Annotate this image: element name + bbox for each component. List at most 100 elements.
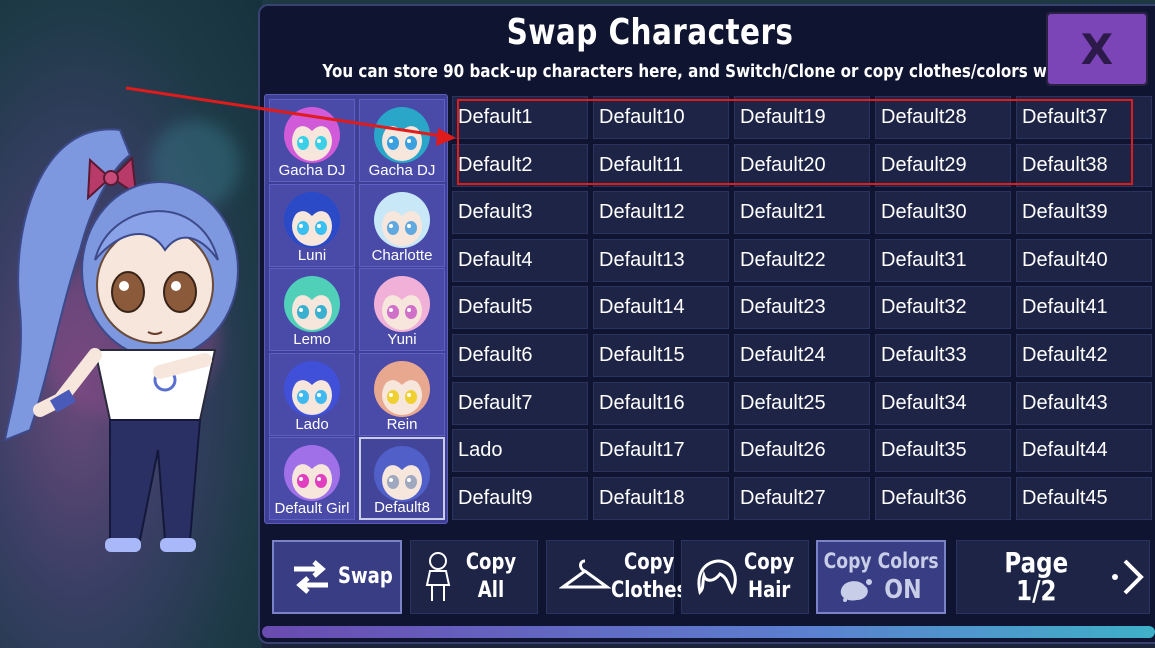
character-face-icon (374, 191, 430, 248)
character-slot[interactable]: Default41 (1016, 286, 1152, 330)
character-slot[interactable]: Default35 (875, 429, 1011, 473)
character-avatar[interactable] (0, 110, 260, 560)
copy-all-button[interactable]: Copy All (410, 540, 538, 614)
character-slot[interactable]: Default12 (593, 191, 729, 235)
copy-colors-on: ON (884, 575, 922, 605)
preset-name: Yuni (387, 331, 417, 348)
next-page-button[interactable]: Page 1/2 (956, 540, 1150, 614)
preset-name: Gacha DJ (278, 162, 346, 179)
preset-name: Rein (386, 415, 418, 433)
swap-button[interactable]: Swap (272, 540, 402, 614)
character-slot[interactable]: Default21 (734, 191, 870, 235)
character-slot[interactable]: Default45 (1016, 476, 1152, 520)
character-slot[interactable]: Default5 (452, 286, 588, 330)
character-slot[interactable]: Default3 (452, 191, 588, 235)
character-slot[interactable]: Default19 (734, 96, 870, 139)
character-slots-grid: Default1 Default10 Default19 Default28 Defau… (452, 96, 1155, 526)
preset-character[interactable]: Lemo (269, 268, 355, 351)
character-slot[interactable]: Default14 (593, 286, 729, 330)
preset-character[interactable]: Luni (269, 183, 355, 267)
copy-clothes-button[interactable]: Copy Clothes (546, 540, 687, 614)
preset-name: Lado (295, 415, 329, 433)
character-slot[interactable]: Default34 (875, 381, 1011, 425)
swap-label: Swap (338, 564, 393, 589)
character-slot[interactable]: Default37 (1016, 96, 1152, 139)
character-slot[interactable]: Default39 (1016, 191, 1152, 235)
preset-character[interactable]: Default Girl (269, 437, 355, 520)
character-slot[interactable]: Default31 (875, 238, 1011, 282)
character-slot[interactable]: Default26 (734, 429, 870, 473)
character-slot[interactable]: Default15 (593, 334, 729, 377)
character-slot[interactable]: Default10 (593, 96, 729, 139)
character-slot[interactable]: Default4 (452, 238, 588, 282)
character-slot[interactable]: Default13 (593, 238, 729, 282)
copy-hair-label: Copy Hair (744, 550, 795, 603)
character-slot[interactable]: Default32 (875, 286, 1011, 330)
character-slot[interactable]: Default1 (452, 96, 588, 139)
close-icon: X (1048, 14, 1146, 84)
copy-colors-label: Copy Colors (823, 549, 939, 573)
preset-character[interactable]: Gacha DJ (359, 99, 445, 182)
character-face-icon (284, 107, 340, 163)
character-slot[interactable]: Default17 (593, 429, 729, 473)
character-slot[interactable]: Default38 (1016, 143, 1152, 187)
swap-arrows-icon (294, 560, 328, 594)
swap-characters-panel: Swap Characters You can store 90 back-up… (258, 4, 1155, 644)
chevron-right-icon (1112, 559, 1144, 595)
character-slot[interactable]: Default43 (1016, 381, 1152, 425)
hair-icon (697, 559, 737, 595)
preset-character[interactable]: Yuni (359, 268, 445, 351)
hanger-icon (559, 559, 611, 589)
preset-character[interactable]: Lado (269, 352, 355, 436)
close-button[interactable]: X (1046, 12, 1148, 86)
character-slot[interactable]: Default16 (593, 381, 729, 425)
character-slot[interactable]: Default9 (452, 476, 588, 520)
character-slot[interactable]: Default30 (875, 191, 1011, 235)
preset-name: Gacha DJ (368, 162, 436, 179)
character-face-icon (374, 360, 430, 417)
character-slot[interactable]: Default23 (734, 286, 870, 330)
preset-character[interactable]: Rein (359, 352, 445, 436)
character-slot[interactable]: Default24 (734, 334, 870, 377)
character-face-icon (284, 191, 340, 248)
copy-colors-toggle[interactable]: Copy Colors ON (816, 540, 946, 614)
preset-name: Lemo (293, 331, 331, 348)
character-slot[interactable]: Default11 (593, 143, 729, 187)
character-face-icon (374, 276, 430, 332)
copy-all-label: Copy All (465, 550, 517, 603)
copy-hair-button[interactable]: Copy Hair (681, 540, 809, 614)
panel-header: Swap Characters You can store 90 back-up… (260, 6, 1120, 90)
character-slot[interactable]: Default6 (452, 334, 588, 377)
preset-name: Luni (297, 246, 327, 264)
character-slot[interactable]: Default40 (1016, 238, 1152, 282)
character-face-icon (284, 360, 340, 417)
preset-character[interactable]: Default8 (359, 437, 445, 520)
character-slot[interactable]: Default44 (1016, 429, 1152, 473)
character-slot[interactable]: Default33 (875, 334, 1011, 377)
character-slot[interactable]: Default42 (1016, 334, 1152, 377)
character-slot[interactable]: Default28 (875, 96, 1011, 139)
character-slot[interactable]: Lado (452, 429, 588, 473)
page-subtitle: You can store 90 back-up characters here… (322, 61, 1120, 82)
character-slot[interactable]: Default20 (734, 143, 870, 187)
character-slot[interactable]: Default2 (452, 143, 588, 187)
character-slot[interactable]: Default29 (875, 143, 1011, 187)
character-slot[interactable]: Default7 (452, 381, 588, 425)
paint-splash-icon (840, 579, 873, 602)
character-slot[interactable]: Default27 (734, 476, 870, 520)
copy-colors-state: ON (837, 575, 925, 605)
character-slot[interactable]: Default36 (875, 476, 1011, 520)
character-face-icon (284, 445, 340, 501)
preset-character[interactable]: Gacha DJ (269, 99, 355, 182)
page-title: Swap Characters (506, 12, 794, 53)
character-face-icon (374, 107, 430, 163)
preset-name: Default Girl (274, 500, 350, 517)
preset-characters-grid: Gacha DJ Gacha DJ Luni Charlotte Lemo Yuni Lad… (264, 94, 448, 524)
character-slot[interactable]: Default22 (734, 238, 870, 282)
preset-character[interactable]: Charlotte (359, 183, 445, 267)
character-slot[interactable]: Default25 (734, 381, 870, 425)
character-preview-scene (0, 0, 262, 648)
person-outline-icon (425, 552, 451, 601)
character-slot[interactable]: Default18 (593, 476, 729, 520)
preset-name: Default8 (374, 499, 430, 516)
